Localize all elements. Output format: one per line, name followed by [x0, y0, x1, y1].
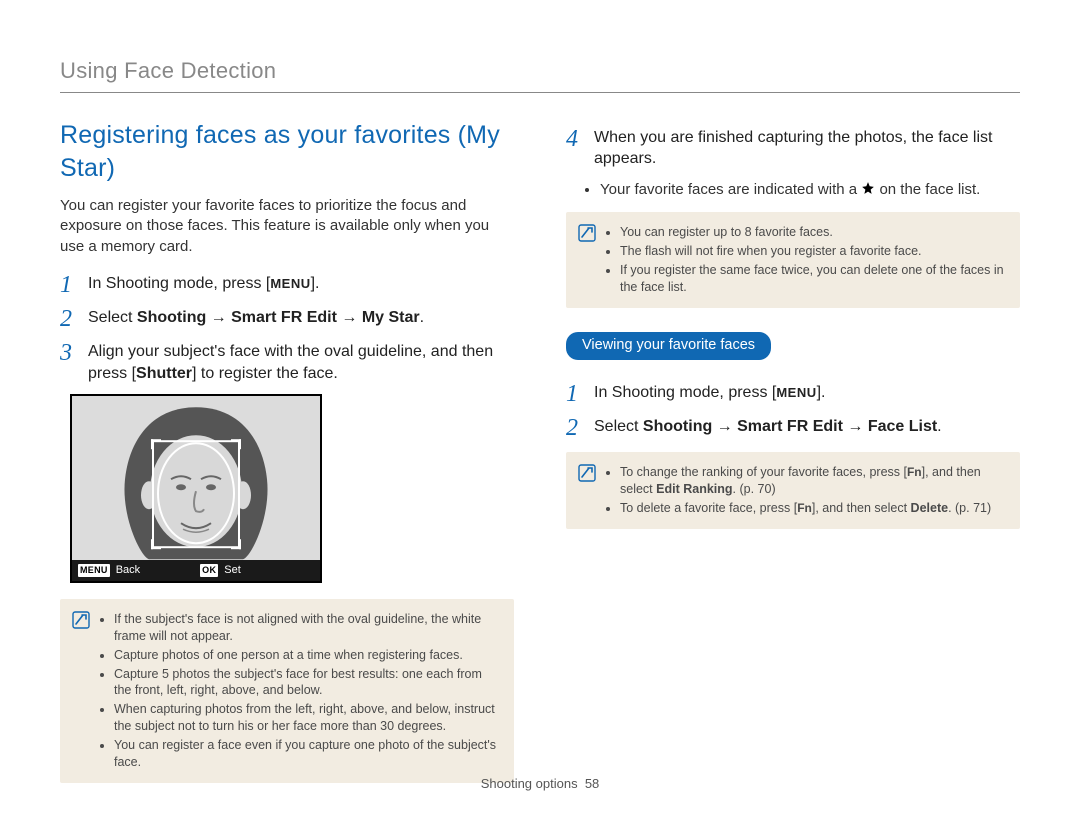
- note-item: Capture 5 photos the subject's face for …: [114, 666, 502, 700]
- sub-item: Your favorite faces are indicated with a…: [600, 180, 1020, 200]
- bold: My Star: [362, 309, 420, 326]
- view-step-2: 2 Select Shooting → Smart FR Edit → Face…: [566, 416, 1020, 440]
- text: Your favorite faces are indicated with a: [600, 181, 861, 198]
- menu-label: MENU: [776, 385, 816, 400]
- note-item: To delete a favorite face, press [Fn], a…: [620, 500, 1008, 517]
- section-title: Registering faces as your favorites (My …: [60, 119, 514, 187]
- back-label: Back: [116, 563, 140, 578]
- text: ].: [311, 275, 320, 292]
- bold: Shutter: [136, 365, 192, 382]
- note-item: To change the ranking of your favorite f…: [620, 464, 1008, 498]
- note-list: You can register up to 8 favorite faces.…: [620, 222, 1008, 298]
- bold: Edit Ranking: [656, 482, 732, 496]
- right-column: 4 When you are finished capturing the ph…: [566, 119, 1020, 801]
- note-item: You can register up to 8 favorite faces.: [620, 224, 1008, 241]
- face-guideline-figure: MENU Back OK Set: [70, 394, 322, 583]
- ok-button-label: OK: [200, 564, 218, 576]
- menu-label: MENU: [270, 276, 310, 291]
- step-number: 3: [60, 341, 78, 384]
- arrow: →: [337, 309, 362, 326]
- intro-text: You can register your favorite faces to …: [60, 196, 514, 257]
- step-3: 3 Align your subject's face with the ova…: [60, 341, 514, 384]
- note-icon: [72, 611, 90, 629]
- note-icon: [578, 464, 596, 482]
- face-screen: [72, 396, 320, 560]
- note-list: If the subject's face is not aligned wit…: [114, 609, 502, 773]
- note-callout: To change the ranking of your favorite f…: [566, 452, 1020, 529]
- text: In Shooting mode, press [: [594, 384, 776, 401]
- note-callout: If the subject's face is not aligned wit…: [60, 599, 514, 783]
- note-item: Capture photos of one person at a time w…: [114, 647, 502, 664]
- set-label: Set: [224, 563, 241, 578]
- step-body: Align your subject's face with the oval …: [88, 341, 514, 384]
- footer-section: Shooting options: [481, 776, 578, 791]
- page-header: Using Face Detection: [60, 56, 1020, 86]
- page-footer: Shooting options 58: [0, 775, 1080, 793]
- step-number: 1: [60, 273, 78, 297]
- fn-label: Fn: [907, 465, 922, 479]
- text: .: [420, 309, 424, 326]
- step-body: In Shooting mode, press [MENU].: [88, 273, 320, 297]
- step-4: 4 When you are finished capturing the ph…: [566, 127, 1020, 170]
- text: To delete a favorite face, press [: [620, 501, 797, 515]
- note-item: When capturing photos from the left, rig…: [114, 701, 502, 735]
- step-2: 2 Select Shooting → Smart FR Edit → My S…: [60, 307, 514, 331]
- menu-button-label: MENU: [78, 564, 110, 576]
- text: ].: [817, 384, 826, 401]
- note-callout: You can register up to 8 favorite faces.…: [566, 212, 1020, 308]
- subsection-pill: Viewing your favorite faces: [566, 332, 771, 361]
- text: .: [937, 418, 941, 435]
- arrow: →: [206, 309, 231, 326]
- step-body: Select Shooting → Smart FR Edit → My Sta…: [88, 307, 424, 331]
- arrow: →: [843, 418, 868, 435]
- step-number: 2: [60, 307, 78, 331]
- bold: Shooting: [137, 309, 206, 326]
- page: Using Face Detection Registering faces a…: [0, 0, 1080, 801]
- left-column: Registering faces as your favorites (My …: [60, 119, 514, 801]
- note-item: You can register a face even if you capt…: [114, 737, 502, 771]
- text: . (p. 71): [948, 501, 991, 515]
- step-body: Select Shooting → Smart FR Edit → Face L…: [594, 416, 942, 440]
- step-body: When you are finished capturing the phot…: [594, 127, 1020, 170]
- text: Select: [594, 418, 643, 435]
- step-number: 4: [566, 127, 584, 170]
- text: on the face list.: [879, 181, 980, 198]
- bold: Smart FR Edit: [737, 418, 843, 435]
- page-number: 58: [585, 776, 599, 791]
- text: In Shooting mode, press [: [88, 275, 270, 292]
- bold: Face List: [868, 418, 937, 435]
- step-number: 2: [566, 416, 584, 440]
- figure-footer: MENU Back OK Set: [72, 560, 320, 581]
- fn-label: Fn: [797, 501, 812, 515]
- text: ] to register the face.: [192, 365, 338, 382]
- text: . (p. 70): [733, 482, 776, 496]
- note-icon: [578, 224, 596, 242]
- text: Select: [88, 309, 137, 326]
- text: ], and then select: [812, 501, 911, 515]
- arrow: →: [712, 418, 737, 435]
- bold: Smart FR Edit: [231, 309, 337, 326]
- face-illustration-icon: [91, 401, 301, 561]
- content-columns: Registering faces as your favorites (My …: [60, 119, 1020, 801]
- text: To change the ranking of your favorite f…: [620, 465, 907, 479]
- step-number: 1: [566, 382, 584, 406]
- step-4-sublist: Your favorite faces are indicated with a…: [600, 180, 1020, 200]
- step-body: In Shooting mode, press [MENU].: [594, 382, 826, 406]
- star-icon: [861, 181, 875, 195]
- step-1: 1 In Shooting mode, press [MENU].: [60, 273, 514, 297]
- bold: Shooting: [643, 418, 712, 435]
- note-item: If the subject's face is not aligned wit…: [114, 611, 502, 645]
- view-step-1: 1 In Shooting mode, press [MENU].: [566, 382, 1020, 406]
- bold: Delete: [911, 501, 949, 515]
- note-item: The flash will not fire when you registe…: [620, 243, 1008, 260]
- note-item: If you register the same face twice, you…: [620, 262, 1008, 296]
- note-list: To change the ranking of your favorite f…: [620, 462, 1008, 519]
- header-rule: [60, 92, 1020, 93]
